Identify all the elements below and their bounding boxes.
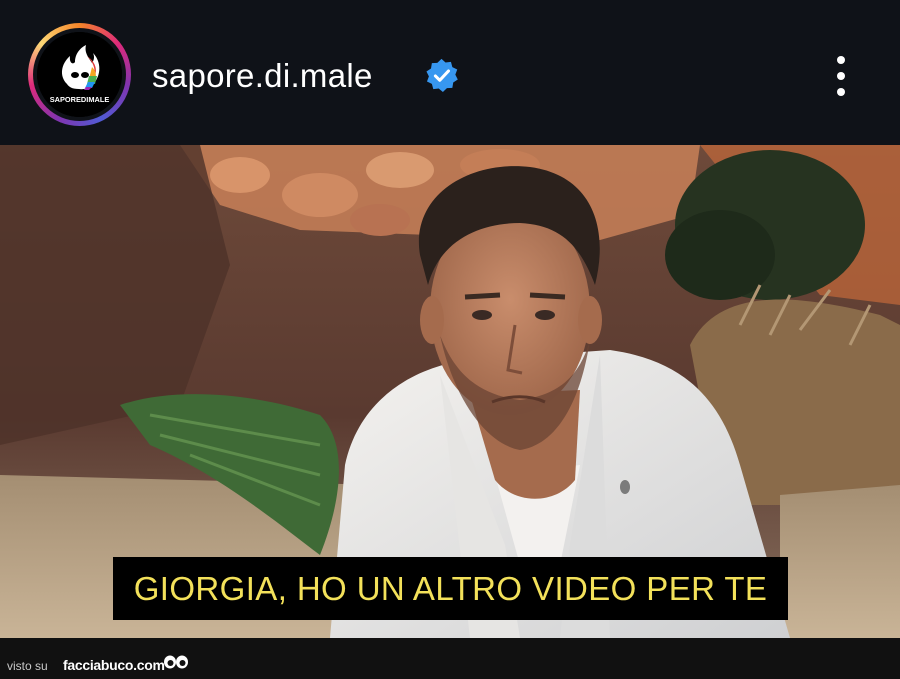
avatar-logo-icon: SAPOREDIMALE (37, 32, 122, 117)
subtitle-box: GIORGIA, HO UN ALTRO VIDEO PER TE (113, 557, 788, 620)
story-ring[interactable]: SAPOREDIMALE (28, 23, 131, 126)
avatar[interactable]: SAPOREDIMALE (37, 32, 122, 117)
video-subtitle: GIORGIA, HO UN ALTRO VIDEO PER TE (133, 570, 768, 607)
more-vertical-icon[interactable] (826, 52, 856, 100)
post-header: SAPOREDIMALE sapore.di.male (0, 0, 900, 145)
avatar-text: SAPOREDIMALE (50, 95, 110, 104)
site-watermark: facciabuco.com (63, 657, 165, 673)
visto-su-label: visto su (7, 659, 48, 673)
username[interactable]: sapore.di.male (152, 56, 373, 96)
eyes-icon (164, 655, 188, 669)
verified-badge-icon (426, 58, 458, 92)
